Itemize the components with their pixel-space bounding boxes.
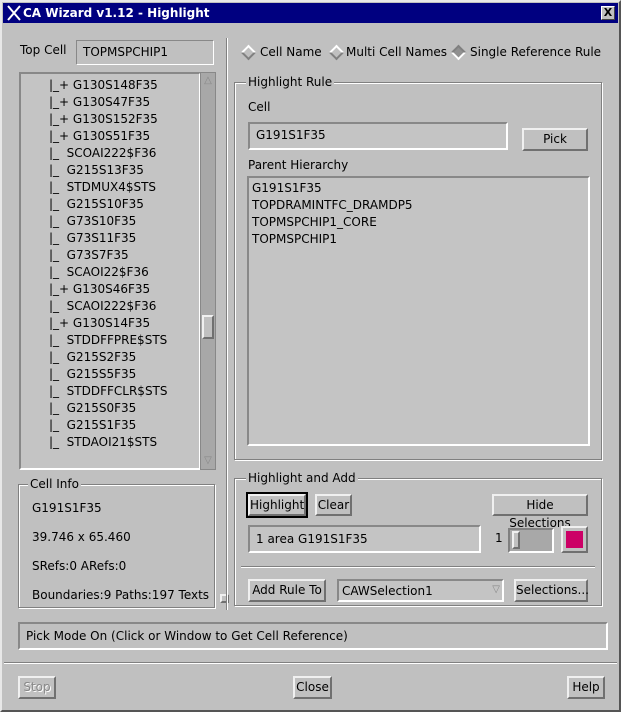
cell-label: Cell: [248, 100, 271, 114]
tree-item[interactable]: |_ G215S2F35: [49, 349, 136, 366]
color-swatch-button[interactable]: [561, 526, 588, 553]
add-rule-to-button[interactable]: Add Rule To: [248, 579, 326, 602]
top-cell-field[interactable]: TOPMSPCHIP1: [76, 40, 214, 65]
cell-info-name: G191S1F35: [32, 501, 102, 515]
separator: [241, 566, 595, 568]
tree-item[interactable]: |_ G73S11F35: [49, 230, 136, 247]
selection-value: CAWSelection1: [342, 584, 433, 598]
tree-item[interactable]: |_+ G130S14F35: [49, 315, 150, 332]
status-bar: Pick Mode On (Click or Window to Get Cel…: [18, 622, 608, 650]
x-logo-icon: [7, 5, 21, 21]
scroll-up-icon[interactable]: △: [202, 74, 214, 88]
close-button[interactable]: Close: [293, 676, 332, 699]
title-bar: CA Wizard v1.12 - Highlight X: [3, 3, 618, 23]
parent-item[interactable]: TOPMSPCHIP1_CORE: [252, 214, 585, 231]
tree-item[interactable]: |_ STDMUX4$STS: [49, 179, 156, 196]
help-button[interactable]: Help: [567, 676, 605, 699]
cell-tree[interactable]: |_+ G130S148F35 |_+ G130S47F35 |_+ G130S15…: [19, 72, 201, 470]
parent-hierarchy-list[interactable]: G191S1F35 TOPDRAMINTFC_DRAMDP5 TOPMSPCHI…: [247, 176, 590, 446]
parent-hierarchy-label: Parent Hierarchy: [248, 158, 349, 172]
tree-item[interactable]: |_+ G130S152F35: [49, 111, 158, 128]
selection-dropdown[interactable]: CAWSelection1 ▽: [337, 579, 504, 602]
tree-item[interactable]: |_ STDDFFPRE$STS: [49, 332, 167, 349]
scroll-down-icon[interactable]: ▽: [202, 454, 214, 468]
vertical-divider: [226, 38, 228, 610]
cell-input[interactable]: G191S1F35: [248, 122, 508, 150]
tree-item[interactable]: |_+ G130S47F35: [49, 94, 150, 111]
selections-button[interactable]: Selections...: [514, 579, 589, 602]
cell-info-refs: SRefs:0 ARefs:0: [32, 559, 127, 573]
highlight-add-title: Highlight and Add: [246, 471, 358, 485]
tree-item[interactable]: |_ SCAOI22$F36: [49, 264, 149, 281]
tree-scrollbar[interactable]: △ ▽: [200, 72, 216, 470]
highlight-result-field: 1 area G191S1F35: [248, 525, 481, 553]
tree-item[interactable]: |_ G215S5F35: [49, 366, 136, 383]
tree-item[interactable]: |_ STDAOI21$STS: [49, 434, 157, 451]
layer-slider[interactable]: [508, 528, 554, 553]
tree-item[interactable]: |_ G215S0F35: [49, 400, 136, 417]
layer-value: 1: [495, 531, 503, 545]
radio-multi-cell-names-label: Multi Cell Names: [346, 45, 448, 59]
dropdown-arrow-icon[interactable]: ▽: [492, 582, 500, 598]
clear-button[interactable]: Clear: [315, 494, 352, 516]
parent-item[interactable]: G191S1F35: [252, 180, 585, 197]
tree-item[interactable]: |_ G215S1F35: [49, 417, 136, 434]
tree-item[interactable]: |_ G215S10F35: [49, 196, 144, 213]
tree-item[interactable]: |_ G73S10F35: [49, 213, 136, 230]
parent-item[interactable]: TOPMSPCHIP1: [252, 231, 585, 248]
tree-item[interactable]: |_+ G130S148F35: [49, 77, 158, 94]
hide-selections-button[interactable]: Hide Selections: [492, 494, 588, 530]
tree-item[interactable]: |_ STDDFFCLR$STS: [49, 383, 168, 400]
tree-item[interactable]: |_ G73S7F35: [49, 247, 129, 264]
window-title: CA Wizard v1.12 - Highlight: [23, 6, 210, 20]
pick-button[interactable]: Pick: [522, 128, 588, 151]
top-cell-label: Top Cell: [20, 43, 67, 57]
highlight-button[interactable]: Highlight: [248, 494, 306, 516]
highlight-rule-title: Highlight Rule: [246, 75, 335, 89]
close-window-button[interactable]: X: [601, 6, 615, 20]
radio-cell-name-label: Cell Name: [260, 45, 322, 59]
cell-info-size: 39.746 x 65.460: [32, 530, 131, 544]
tree-item[interactable]: |_ SCAOI222$F36: [49, 298, 156, 315]
stop-button[interactable]: Stop: [18, 676, 56, 699]
tree-item[interactable]: |_+ G130S46F35: [49, 281, 150, 298]
tree-item[interactable]: |_ SCOAI222$F36: [49, 145, 156, 162]
tree-item[interactable]: |_+ G130S51F35: [49, 128, 150, 145]
radio-single-reference-rule-label: Single Reference Rule: [470, 45, 602, 59]
cell-info-title: Cell Info: [28, 477, 81, 491]
footer-separator: [4, 662, 617, 664]
cell-info-stats: Boundaries:9 Paths:197 Texts: [32, 588, 210, 602]
parent-item[interactable]: TOPDRAMINTFC_DRAMDP5: [252, 197, 585, 214]
tree-item[interactable]: |_ G215S13F35: [49, 162, 144, 179]
scroll-thumb[interactable]: [202, 315, 214, 339]
slider-handle[interactable]: [512, 531, 520, 549]
color-swatch: [566, 531, 583, 548]
